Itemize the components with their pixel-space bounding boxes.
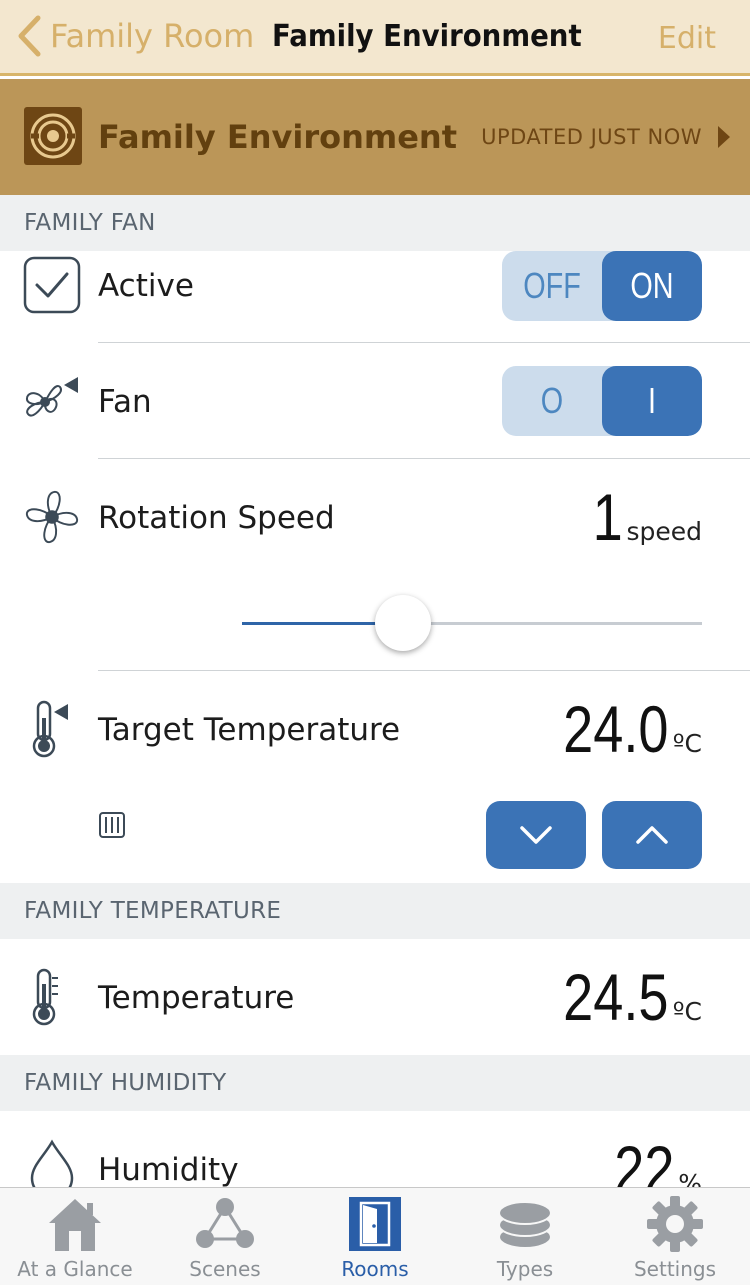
thermostat-target-icon — [22, 699, 82, 759]
back-button-label: Family Room — [50, 17, 255, 55]
updated-label: UPDATED JUST NOW — [481, 125, 702, 149]
accessory-header[interactable]: Family Environment UPDATED JUST NOW — [0, 79, 750, 195]
tab-rooms[interactable]: Rooms — [300, 1188, 450, 1285]
temperature-label: Temperature — [98, 980, 295, 1016]
decrease-temperature-button[interactable] — [486, 801, 586, 869]
section-header-humidity: FAMILY HUMIDITY — [0, 1055, 750, 1111]
active-switch[interactable]: OFF ON — [502, 251, 702, 321]
tab-types[interactable]: Types — [450, 1188, 600, 1285]
chevron-down-icon — [520, 826, 552, 844]
house-icon — [43, 1193, 107, 1255]
row-humidity: Humidity 22 % — [0, 1111, 750, 1187]
temperature-value: 24.5 ºC — [540, 959, 702, 1035]
tab-label: Types — [496, 1257, 554, 1281]
section-header-fan: FAMILY FAN — [0, 195, 750, 251]
tab-settings[interactable]: Settings — [600, 1188, 750, 1285]
scenes-icon — [193, 1193, 257, 1255]
fan-label: Fan — [98, 384, 152, 420]
fan-icon — [22, 371, 82, 431]
chevron-left-icon — [18, 15, 41, 57]
thermometer-icon — [22, 967, 82, 1027]
rotation-speed-number: 1 — [592, 480, 623, 554]
tab-label: At a Glance — [17, 1257, 133, 1281]
tab-label: Settings — [633, 1257, 717, 1281]
row-target-temperature: Target Temperature 24.0 ºC — [0, 671, 750, 883]
row-fan: Fan O I — [0, 343, 750, 458]
rotation-speed-unit: speed — [626, 517, 702, 546]
target-temperature-value: 24.0 ºC — [540, 691, 702, 767]
fan-switch[interactable]: O I — [502, 366, 702, 436]
tab-bar: At a Glance Scenes Rooms Types Settings — [0, 1187, 750, 1285]
rotation-fan-icon — [22, 487, 82, 547]
door-icon — [347, 1193, 403, 1255]
tab-label: Scenes — [189, 1257, 261, 1281]
active-on-option[interactable]: ON — [602, 251, 702, 321]
active-off-option[interactable]: OFF — [502, 251, 602, 321]
temperature-unit: ºC — [672, 997, 702, 1026]
tab-scenes[interactable]: Scenes — [150, 1188, 300, 1285]
gear-icon — [645, 1193, 705, 1255]
humidity-unit: % — [678, 1169, 702, 1187]
row-active: Active OFF ON — [0, 251, 750, 343]
humidity-value: 22 % — [601, 1131, 702, 1187]
target-temperature-number: 24.0 — [563, 692, 669, 766]
tab-label: Rooms — [341, 1257, 409, 1281]
target-temperature-unit: ºC — [672, 729, 702, 758]
water-drop-icon — [22, 1139, 82, 1187]
target-temperature-label: Target Temperature — [98, 712, 401, 748]
fan-on-option[interactable]: I — [602, 366, 702, 436]
slider-thumb[interactable] — [375, 595, 431, 651]
fan-off-option[interactable]: O — [502, 366, 602, 436]
disclosure-triangle-icon — [718, 126, 730, 148]
layers-icon — [493, 1193, 557, 1255]
checkbox-icon — [22, 255, 82, 315]
rotation-speed-value: 1 speed — [586, 479, 702, 555]
rotation-speed-label: Rotation Speed — [98, 500, 335, 536]
edit-button[interactable]: Edit — [658, 0, 716, 76]
row-rotation-speed: Rotation Speed 1 speed — [0, 459, 750, 670]
humidity-label: Humidity — [98, 1152, 239, 1187]
temperature-number: 24.5 — [563, 960, 669, 1034]
accessory-name: Family Environment — [98, 118, 457, 156]
heater-icon — [92, 805, 132, 845]
back-button[interactable]: Family Room — [16, 10, 254, 62]
environment-sensor-icon — [24, 107, 82, 165]
page-title: Family Environment — [272, 18, 582, 54]
updated-status[interactable]: UPDATED JUST NOW — [481, 79, 730, 195]
humidity-number: 22 — [614, 1132, 675, 1187]
increase-temperature-button[interactable] — [602, 801, 702, 869]
chevron-up-icon — [636, 826, 668, 844]
active-label: Active — [98, 268, 194, 304]
navigation-bar: Family Room Family Environment Edit — [0, 0, 750, 76]
section-header-temperature: FAMILY TEMPERATURE — [0, 883, 750, 939]
tab-at-a-glance[interactable]: At a Glance — [0, 1188, 150, 1285]
row-temperature: Temperature 24.5 ºC — [0, 939, 750, 1055]
